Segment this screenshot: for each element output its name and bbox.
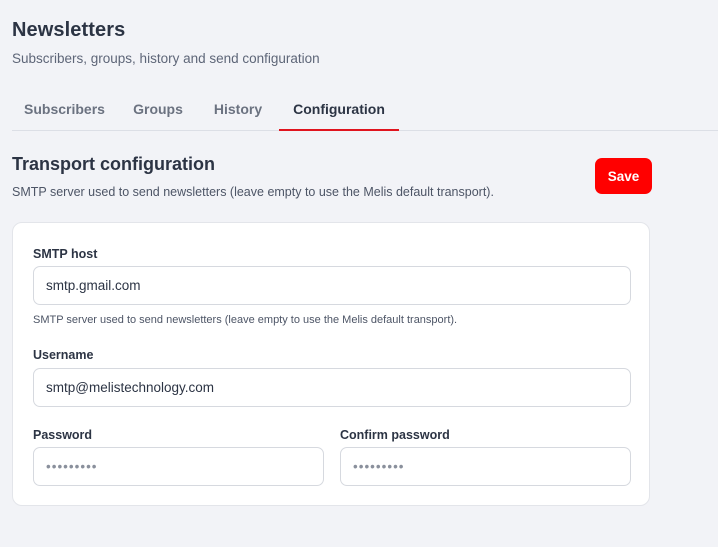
tab-subscribers[interactable]: Subscribers — [12, 88, 117, 130]
smtp-host-input[interactable] — [33, 266, 631, 305]
transport-config-card: SMTP host SMTP server used to send newsl… — [12, 222, 650, 506]
password-label: Password — [33, 428, 93, 442]
tab-bar: Subscribers Groups History Configuration — [12, 88, 718, 131]
username-input[interactable] — [33, 368, 631, 407]
section-description: SMTP server used to send newsletters (le… — [12, 185, 494, 199]
section-title: Transport configuration — [12, 154, 216, 174]
smtp-host-hint: SMTP server used to send newsletters (le… — [33, 314, 458, 326]
save-button[interactable]: Save — [595, 158, 652, 194]
password-input[interactable] — [33, 447, 324, 486]
page-title: Newsletters — [12, 19, 126, 41]
confirm-password-input[interactable] — [340, 447, 631, 486]
tab-groups[interactable]: Groups — [123, 88, 193, 130]
confirm-password-label: Confirm password — [340, 428, 450, 442]
smtp-host-label: SMTP host — [33, 247, 98, 261]
tab-history[interactable]: History — [204, 88, 272, 130]
tab-configuration[interactable]: Configuration — [279, 88, 399, 131]
page-subtitle: Subscribers, groups, history and send co… — [12, 51, 320, 66]
username-label: Username — [33, 348, 94, 362]
